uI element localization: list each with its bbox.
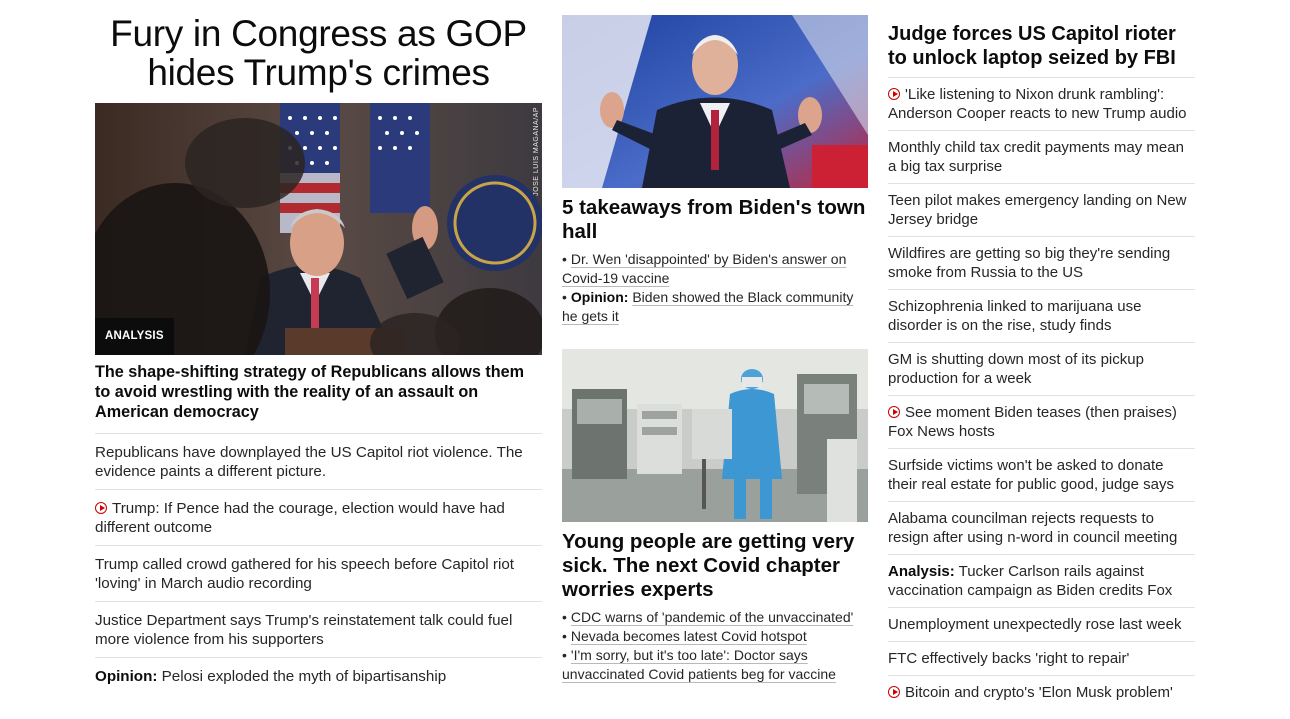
- bullet-icon: •: [562, 609, 567, 625]
- list-item-text: Wildfires are getting so big they're sen…: [888, 245, 1171, 281]
- list-item[interactable]: Republicans have downplayed the US Capit…: [95, 433, 542, 489]
- list-item-text: Surfside victims won't be asked to donat…: [888, 457, 1175, 493]
- list-item-text: Nevada becomes latest Covid hotspot: [570, 628, 807, 644]
- lead-image[interactable]: JOSE LUIS MAGANA/AP ANALYSIS: [95, 103, 542, 355]
- bullet-icon: •: [562, 289, 567, 305]
- list-item[interactable]: Teen pilot makes emergency landing on Ne…: [888, 183, 1195, 236]
- list-item-text: CDC warns of 'pandemic of the unvaccinat…: [570, 609, 854, 625]
- video-play-icon: [95, 502, 107, 514]
- list-item-text: Monthly child tax credit payments may me…: [888, 139, 1184, 175]
- right-story-title[interactable]: Judge forces US Capitol rioter to unlock…: [888, 22, 1195, 70]
- list-item-text: Alabama councilman rejects requests to r…: [888, 510, 1178, 546]
- video-play-icon: [888, 406, 900, 418]
- list-item[interactable]: Monthly child tax credit payments may me…: [888, 130, 1195, 183]
- list-item[interactable]: Unemployment unexpectedly rose last week: [888, 607, 1195, 641]
- covid-related-list: • CDC warns of 'pandemic of the unvaccina…: [562, 608, 868, 684]
- list-item-text: Dr. Wen 'disappointed' by Biden's answer…: [562, 251, 847, 286]
- list-item[interactable]: • CDC warns of 'pandemic of the unvaccina…: [562, 608, 868, 627]
- list-item-text: FTC effectively backs 'right to repair': [888, 650, 1130, 667]
- analysis-badge: ANALYSIS: [95, 318, 174, 355]
- list-item[interactable]: Wildfires are getting so big they're sen…: [888, 236, 1195, 289]
- lead-summary-link[interactable]: The shape-shifting strategy of Republica…: [95, 362, 542, 422]
- biden-related-list: • Dr. Wen 'disappointed' by Biden's answe…: [562, 250, 868, 326]
- bullet-icon: •: [562, 251, 567, 267]
- lead-headline[interactable]: Fury in Congress as GOP hides Trump's cr…: [95, 14, 542, 92]
- list-item[interactable]: • Opinion: Biden showed the Black communi…: [562, 288, 868, 326]
- photo-credit: JOSE LUIS MAGANA/AP: [533, 107, 540, 196]
- list-item-text: 'I'm sorry, but it's too late': Doctor s…: [562, 647, 836, 682]
- biden-photo: [562, 15, 868, 188]
- right-stories: Judge forces US Capitol rioter to unlock…: [888, 22, 1195, 709]
- opinion-label: Opinion:: [570, 289, 629, 305]
- list-item-text: Trump: If Pence had the courage, electio…: [95, 500, 505, 536]
- list-item[interactable]: • Dr. Wen 'disappointed' by Biden's answe…: [562, 250, 868, 288]
- list-item[interactable]: Bitcoin and crypto's 'Elon Musk problem': [888, 675, 1195, 709]
- bullet-icon: •: [562, 647, 567, 663]
- middle-stories: 5 takeaways from Biden's town hall • Dr. …: [562, 15, 868, 684]
- list-item-text: Justice Department says Trump's reinstat…: [95, 612, 513, 648]
- list-item[interactable]: FTC effectively backs 'right to repair': [888, 641, 1195, 675]
- list-item[interactable]: See moment Biden teases (then praises) F…: [888, 395, 1195, 448]
- list-item-text: Schizophrenia linked to marijuana use di…: [888, 298, 1142, 334]
- list-item-text: See moment Biden teases (then praises) F…: [888, 404, 1177, 440]
- list-item-text: Unemployment unexpectedly rose last week: [888, 616, 1182, 633]
- list-item-text: Teen pilot makes emergency landing on Ne…: [888, 192, 1187, 228]
- list-item-text: Trump called crowd gathered for his spee…: [95, 556, 514, 592]
- biden-town-hall-image[interactable]: [562, 15, 868, 188]
- list-item[interactable]: Trump: If Pence had the courage, electio…: [95, 489, 542, 545]
- list-item-text: Pelosi exploded the myth of bipartisansh…: [161, 668, 447, 685]
- list-item[interactable]: Alabama councilman rejects requests to r…: [888, 501, 1195, 554]
- list-item-text: Republicans have downplayed the US Capit…: [95, 444, 523, 480]
- opinion-label: Opinion:: [95, 668, 158, 685]
- lead-related-list: Republicans have downplayed the US Capit…: [95, 433, 542, 694]
- video-play-icon: [888, 686, 900, 698]
- list-item[interactable]: 'Like listening to Nixon drunk rambling'…: [888, 77, 1195, 130]
- covid-story: Young people are getting very sick. The …: [562, 349, 868, 684]
- list-item[interactable]: Schizophrenia linked to marijuana use di…: [888, 289, 1195, 342]
- hospital-photo: [562, 349, 868, 522]
- video-play-icon: [888, 88, 900, 100]
- covid-story-title[interactable]: Young people are getting very sick. The …: [562, 530, 868, 602]
- biden-story-title[interactable]: 5 takeaways from Biden's town hall: [562, 196, 868, 244]
- lead-story: Fury in Congress as GOP hides Trump's cr…: [95, 14, 542, 694]
- list-item-text: 'Like listening to Nixon drunk rambling'…: [888, 86, 1187, 122]
- analysis-label: Analysis:: [888, 563, 955, 580]
- bullet-icon: •: [562, 628, 567, 644]
- list-item[interactable]: Trump called crowd gathered for his spee…: [95, 545, 542, 601]
- list-item[interactable]: GM is shutting down most of its pickup p…: [888, 342, 1195, 395]
- list-item-text: Bitcoin and crypto's 'Elon Musk problem': [905, 684, 1173, 701]
- list-item[interactable]: Opinion: Pelosi exploded the myth of bip…: [95, 657, 542, 694]
- headline-list: 'Like listening to Nixon drunk rambling'…: [888, 77, 1195, 709]
- list-item[interactable]: Justice Department says Trump's reinstat…: [95, 601, 542, 657]
- list-item[interactable]: • Nevada becomes latest Covid hotspot: [562, 627, 868, 646]
- list-item[interactable]: • 'I'm sorry, but it's too late': Doctor …: [562, 646, 868, 684]
- list-item[interactable]: Surfside victims won't be asked to donat…: [888, 448, 1195, 501]
- list-item[interactable]: Analysis: Tucker Carlson rails against v…: [888, 554, 1195, 607]
- list-item-text: GM is shutting down most of its pickup p…: [888, 351, 1144, 387]
- covid-story-image[interactable]: [562, 349, 868, 522]
